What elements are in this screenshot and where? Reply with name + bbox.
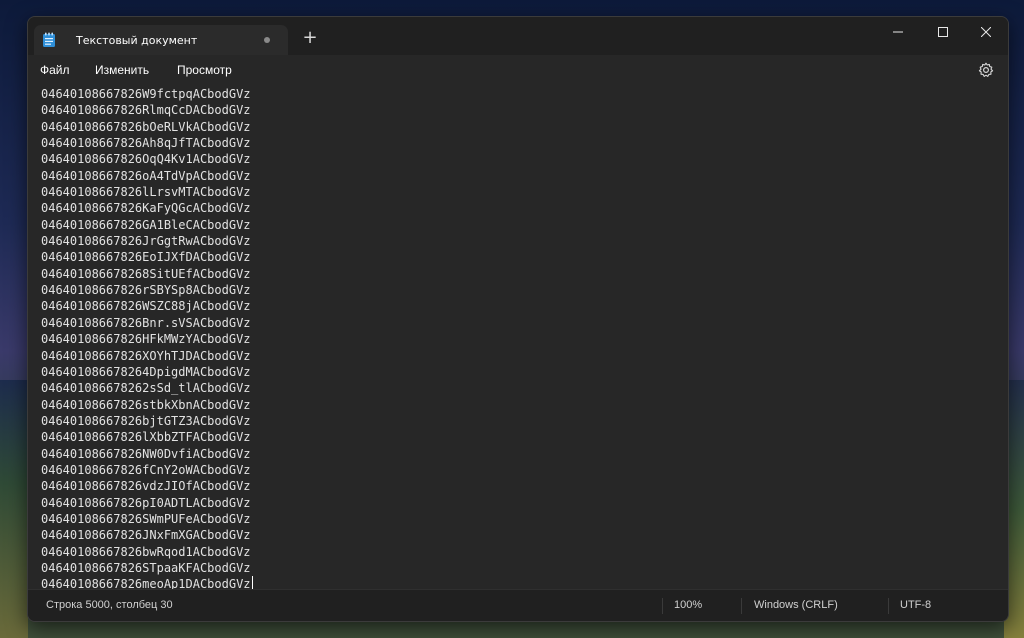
text-line[interactable]: 04640108667826vdzJIOfACbodGVz bbox=[41, 478, 1008, 494]
zoom-level[interactable]: 100% bbox=[674, 599, 702, 611]
text-line[interactable]: 04640108667826XOYhTJDACbodGVz bbox=[41, 348, 1008, 364]
maximize-button[interactable] bbox=[921, 17, 965, 47]
close-button[interactable] bbox=[964, 17, 1008, 47]
text-line[interactable]: 04640108667826W9fctpqACbodGVz bbox=[41, 86, 1008, 102]
text-line[interactable]: 04640108667826SWmPUFeACbodGVz bbox=[41, 511, 1008, 527]
text-line[interactable]: 04640108667826pI0ADTLACbodGVz bbox=[41, 495, 1008, 511]
document-tab[interactable]: Текстовый документ bbox=[34, 25, 288, 55]
text-line[interactable]: 04640108667826GA1BleCACbodGVz bbox=[41, 217, 1008, 233]
text-line[interactable]: 046401086678268SitUEfACbodGVz bbox=[41, 266, 1008, 282]
menu-edit[interactable]: Изменить bbox=[95, 63, 149, 77]
minimize-icon bbox=[893, 31, 903, 33]
menu-bar: Файл Изменить Просмотр bbox=[28, 55, 1008, 86]
status-divider bbox=[741, 598, 742, 614]
notepad-icon bbox=[42, 32, 56, 48]
desktop-background-left bbox=[0, 380, 28, 638]
text-line[interactable]: 04640108667826RlmqCcDACbodGVz bbox=[41, 102, 1008, 118]
text-line[interactable]: 04640108667826bOeRLVkACbodGVz bbox=[41, 119, 1008, 135]
text-line[interactable]: 046401086678262sSd_tlACbodGVz bbox=[41, 380, 1008, 396]
editor-lines: 04640108667826W9fctpqACbodGVz 04640108667… bbox=[28, 86, 1008, 590]
text-caret bbox=[251, 576, 253, 590]
text-line[interactable]: 04640108667826bwRqod1ACbodGVz bbox=[41, 544, 1008, 560]
menu-view[interactable]: Просмотр bbox=[177, 63, 232, 77]
unsaved-indicator-icon[interactable] bbox=[264, 37, 270, 43]
text-editor[interactable]: 04640108667826W9fctpqACbodGVz 04640108667… bbox=[28, 86, 1008, 590]
text-line[interactable]: 04640108667826meoAp1DACbodGVz bbox=[41, 576, 1008, 590]
text-line[interactable]: 046401086678264DpigdMACbodGVz bbox=[41, 364, 1008, 380]
text-line[interactable]: 04640108667826NW0DvfiACbodGVz bbox=[41, 446, 1008, 462]
text-line[interactable]: 04640108667826lLrsvMTACbodGVz bbox=[41, 184, 1008, 200]
text-line[interactable]: 04640108667826WSZC88jACbodGVz bbox=[41, 298, 1008, 314]
status-divider bbox=[662, 598, 663, 614]
text-line[interactable]: 04640108667826oA4TdVpACbodGVz bbox=[41, 168, 1008, 184]
text-line[interactable]: 04640108667826rSBYSp8ACbodGVz bbox=[41, 282, 1008, 298]
close-icon bbox=[981, 27, 991, 37]
new-tab-button[interactable]: + bbox=[300, 29, 320, 49]
maximize-icon bbox=[938, 27, 948, 37]
text-line[interactable]: 04640108667826OqQ4Kv1ACbodGVz bbox=[41, 151, 1008, 167]
text-line[interactable]: 04640108667826bjtGTZ3ACbodGVz bbox=[41, 413, 1008, 429]
text-line[interactable]: 04640108667826Ah8qJfTACbodGVz bbox=[41, 135, 1008, 151]
text-line[interactable]: 04640108667826JrGgtRwACbodGVz bbox=[41, 233, 1008, 249]
minimize-button[interactable] bbox=[876, 17, 920, 47]
status-divider bbox=[888, 598, 889, 614]
menu-file[interactable]: Файл bbox=[40, 63, 70, 77]
cursor-position: Строка 5000, столбец 30 bbox=[46, 599, 173, 611]
status-bar: Строка 5000, столбец 30 100% Windows (CR… bbox=[28, 589, 1008, 621]
encoding[interactable]: UTF-8 bbox=[900, 599, 931, 611]
gear-icon bbox=[978, 62, 994, 77]
line-endings[interactable]: Windows (CRLF) bbox=[754, 599, 838, 611]
text-line[interactable]: 04640108667826HFkMWzYACbodGVz bbox=[41, 331, 1008, 347]
text-line[interactable]: 04640108667826Bnr.sVSACbodGVz bbox=[41, 315, 1008, 331]
notepad-window: Текстовый документ + Файл Изменить Просм… bbox=[27, 16, 1009, 622]
text-line[interactable]: 04640108667826stbkXbnACbodGVz bbox=[41, 397, 1008, 413]
text-line[interactable]: 04640108667826fCnY2oWACbodGVz bbox=[41, 462, 1008, 478]
text-line[interactable]: 04640108667826KaFyQGcACbodGVz bbox=[41, 200, 1008, 216]
tab-title: Текстовый документ bbox=[76, 33, 198, 47]
title-bar[interactable]: Текстовый документ + bbox=[28, 17, 1008, 55]
text-line[interactable]: 04640108667826lXbbZTFACbodGVz bbox=[41, 429, 1008, 445]
text-line[interactable]: 04640108667826EoIJXfDACbodGVz bbox=[41, 249, 1008, 265]
text-line[interactable]: 04640108667826STpaaKFACbodGVz bbox=[41, 560, 1008, 576]
settings-button[interactable] bbox=[978, 62, 994, 78]
text-line[interactable]: 04640108667826JNxFmXGACbodGVz bbox=[41, 527, 1008, 543]
